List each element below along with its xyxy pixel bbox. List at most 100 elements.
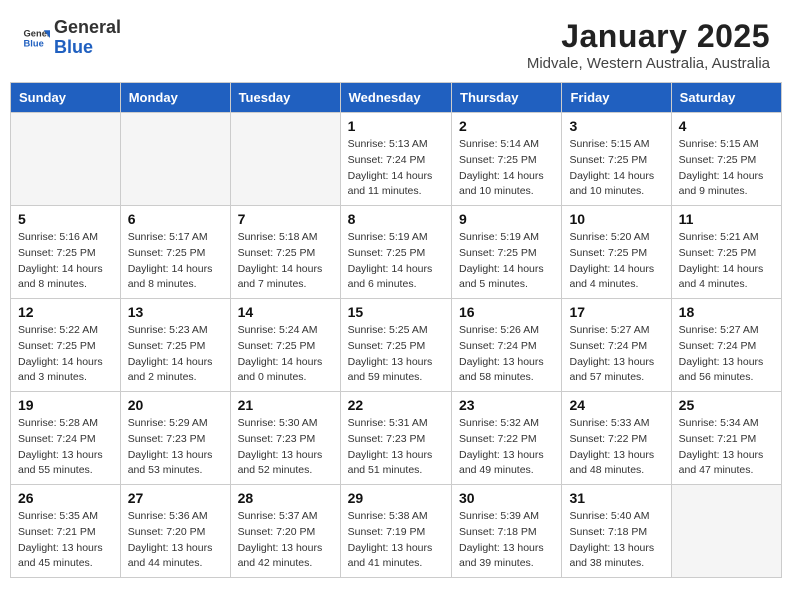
- cell-day-number: 26: [18, 490, 113, 506]
- cell-sunrise: Sunrise: 5:38 AM: [348, 510, 428, 522]
- cell-day-number: 28: [238, 490, 333, 506]
- calendar-cell: 30Sunrise: 5:39 AMSunset: 7:18 PMDayligh…: [452, 485, 562, 578]
- cell-sunrise: Sunrise: 5:34 AM: [679, 417, 759, 429]
- cell-day-number: 24: [569, 397, 663, 413]
- cell-sunset: Sunset: 7:25 PM: [128, 340, 206, 352]
- calendar-cell: 12 Sunrise: 5:22 AMSunset: 7:25 PMDayligh…: [11, 299, 121, 392]
- page-header: General Blue General Blue January 2025 M…: [0, 0, 792, 82]
- calendar-week-2: 5 Sunrise: 5:16 AMSunset: 7:25 PMDaylight…: [11, 206, 782, 299]
- cell-sunrise: Sunrise: 5:21 AM: [679, 231, 759, 243]
- calendar-cell: 2Sunrise: 5:14 AMSunset: 7:25 PMDaylight…: [452, 113, 562, 206]
- cell-day-number: 3: [569, 118, 663, 134]
- weekday-header-wednesday: Wednesday: [340, 83, 451, 113]
- calendar-cell: 29Sunrise: 5:38 AMSunset: 7:19 PMDayligh…: [340, 485, 451, 578]
- cell-sunset: Sunset: 7:24 PM: [348, 154, 426, 166]
- cell-sunset: Sunset: 7:24 PM: [18, 433, 96, 445]
- cell-day-number: 22: [348, 397, 444, 413]
- cell-info: Sunrise: 5:33 AMSunset: 7:22 PMDaylight:…: [569, 416, 663, 479]
- calendar-cell: 20Sunrise: 5:29 AMSunset: 7:23 PMDayligh…: [120, 392, 230, 485]
- cell-info: Sunrise: 5:16 AMSunset: 7:25 PMDaylight:…: [18, 230, 113, 293]
- cell-sunrise: Sunrise: 5:32 AM: [459, 417, 539, 429]
- cell-sunrise: Sunrise: 5:36 AM: [128, 510, 208, 522]
- cell-info: Sunrise: 5:20 AMSunset: 7:25 PMDaylight:…: [569, 230, 663, 293]
- calendar-cell: 4 Sunrise: 5:15 AM Sunset: 7:25 PM Daylight…: [671, 113, 781, 206]
- svg-text:General: General: [24, 28, 50, 38]
- cell-info: Sunrise: 5:35 AMSunset: 7:21 PMDaylight:…: [18, 509, 113, 572]
- calendar-cell: 17Sunrise: 5:27 AMSunset: 7:24 PMDayligh…: [562, 299, 671, 392]
- calendar-cell: 31Sunrise: 5:40 AMSunset: 7:18 PMDayligh…: [562, 485, 671, 578]
- cell-day-number: 5: [18, 211, 113, 227]
- cell-day-number: 11: [679, 211, 774, 227]
- cell-sunrise: Sunrise: 5:39 AM: [459, 510, 539, 522]
- cell-sunset: Sunset: 7:24 PM: [459, 340, 537, 352]
- cell-daylight: Daylight: 13 hours and 51 minutes.: [348, 449, 433, 477]
- cell-daylight: Daylight: 14 hours and 5 minutes.: [459, 263, 544, 291]
- cell-sunset: Sunset: 7:25 PM: [679, 154, 757, 166]
- cell-daylight: Daylight: 14 hours and 8 minutes.: [18, 263, 103, 291]
- cell-daylight: Daylight: 13 hours and 53 minutes.: [128, 449, 213, 477]
- calendar-cell: 3Sunrise: 5:15 AMSunset: 7:25 PMDaylight…: [562, 113, 671, 206]
- calendar-cell: 13Sunrise: 5:23 AMSunset: 7:25 PMDayligh…: [120, 299, 230, 392]
- cell-day-number: 12: [18, 304, 113, 320]
- cell-info: Sunrise: 5:39 AMSunset: 7:18 PMDaylight:…: [459, 509, 554, 572]
- cell-sunset: Sunset: 7:25 PM: [569, 154, 647, 166]
- cell-sunset: Sunset: 7:25 PM: [128, 247, 206, 259]
- cell-sunrise: Sunrise: 5:15 AM: [679, 138, 759, 150]
- calendar-cell: 24 Sunrise: 5:33 AMSunset: 7:22 PMDayligh…: [562, 392, 671, 485]
- cell-daylight: Daylight: 14 hours and 0 minutes.: [238, 356, 323, 384]
- cell-sunset: Sunset: 7:24 PM: [679, 340, 757, 352]
- cell-sunrise: Sunrise: 5:35 AM: [18, 510, 98, 522]
- cell-day-number: 7: [238, 211, 333, 227]
- logo: General Blue General Blue: [22, 18, 121, 58]
- cell-sunset: Sunset: 7:24 PM: [569, 340, 647, 352]
- location-title: Midvale, Western Australia, Australia: [527, 55, 770, 72]
- cell-info: Sunrise: 5:21 AMSunset: 7:25 PMDaylight:…: [679, 230, 774, 293]
- cell-day-number: 8: [348, 211, 444, 227]
- calendar-week-3: 12 Sunrise: 5:22 AMSunset: 7:25 PMDayligh…: [11, 299, 782, 392]
- calendar-cell: 11 Sunrise: 5:21 AMSunset: 7:25 PMDayligh…: [671, 206, 781, 299]
- calendar-cell: [230, 113, 340, 206]
- calendar-cell: 9Sunrise: 5:19 AMSunset: 7:25 PMDaylight…: [452, 206, 562, 299]
- cell-info: Sunrise: 5:14 AMSunset: 7:25 PMDaylight:…: [459, 137, 554, 200]
- cell-day-number: 4: [679, 118, 774, 134]
- cell-day-number: 19: [18, 397, 113, 413]
- cell-daylight: Daylight: 13 hours and 57 minutes.: [569, 356, 654, 384]
- logo-icon: General Blue: [22, 24, 50, 52]
- calendar-cell: 27Sunrise: 5:36 AMSunset: 7:20 PMDayligh…: [120, 485, 230, 578]
- cell-sunrise: Sunrise: 5:24 AM: [238, 324, 318, 336]
- cell-daylight: Daylight: 13 hours and 55 minutes.: [18, 449, 103, 477]
- cell-sunset: Sunset: 7:25 PM: [569, 247, 647, 259]
- calendar-header-row: SundayMondayTuesdayWednesdayThursdayFrid…: [11, 83, 782, 113]
- calendar-cell: [120, 113, 230, 206]
- cell-day-number: 6: [128, 211, 223, 227]
- cell-day-number: 14: [238, 304, 333, 320]
- cell-sunrise: Sunrise: 5:26 AM: [459, 324, 539, 336]
- cell-info: Sunrise: 5:25 AMSunset: 7:25 PMDaylight:…: [348, 323, 444, 386]
- cell-daylight: Daylight: 14 hours and 4 minutes.: [679, 263, 764, 291]
- cell-info: Sunrise: 5:32 AMSunset: 7:22 PMDaylight:…: [459, 416, 554, 479]
- cell-info: Sunrise: 5:22 AMSunset: 7:25 PMDaylight:…: [18, 323, 113, 386]
- cell-info: Sunrise: 5:31 AMSunset: 7:23 PMDaylight:…: [348, 416, 444, 479]
- cell-sunset: Sunset: 7:25 PM: [18, 247, 96, 259]
- cell-info: Sunrise: 5:30 AMSunset: 7:23 PMDaylight:…: [238, 416, 333, 479]
- cell-daylight: Daylight: 14 hours and 11 minutes.: [348, 170, 433, 198]
- calendar-cell: 5 Sunrise: 5:16 AMSunset: 7:25 PMDaylight…: [11, 206, 121, 299]
- cell-day-number: 16: [459, 304, 554, 320]
- cell-daylight: Daylight: 14 hours and 9 minutes.: [679, 170, 764, 198]
- cell-day-number: 25: [679, 397, 774, 413]
- cell-daylight: Daylight: 14 hours and 3 minutes.: [18, 356, 103, 384]
- cell-day-number: 17: [569, 304, 663, 320]
- cell-daylight: Daylight: 14 hours and 2 minutes.: [128, 356, 213, 384]
- cell-info: Sunrise: 5:19 AMSunset: 7:25 PMDaylight:…: [348, 230, 444, 293]
- cell-sunset: Sunset: 7:18 PM: [569, 526, 647, 538]
- cell-daylight: Daylight: 14 hours and 8 minutes.: [128, 263, 213, 291]
- cell-sunrise: Sunrise: 5:14 AM: [459, 138, 539, 150]
- cell-day-number: 23: [459, 397, 554, 413]
- cell-sunset: Sunset: 7:22 PM: [569, 433, 647, 445]
- cell-daylight: Daylight: 13 hours and 45 minutes.: [18, 542, 103, 570]
- cell-day-number: 13: [128, 304, 223, 320]
- cell-daylight: Daylight: 13 hours and 52 minutes.: [238, 449, 323, 477]
- cell-sunrise: Sunrise: 5:13 AM: [348, 138, 428, 150]
- cell-sunset: Sunset: 7:25 PM: [459, 247, 537, 259]
- calendar-cell: 14Sunrise: 5:24 AMSunset: 7:25 PMDayligh…: [230, 299, 340, 392]
